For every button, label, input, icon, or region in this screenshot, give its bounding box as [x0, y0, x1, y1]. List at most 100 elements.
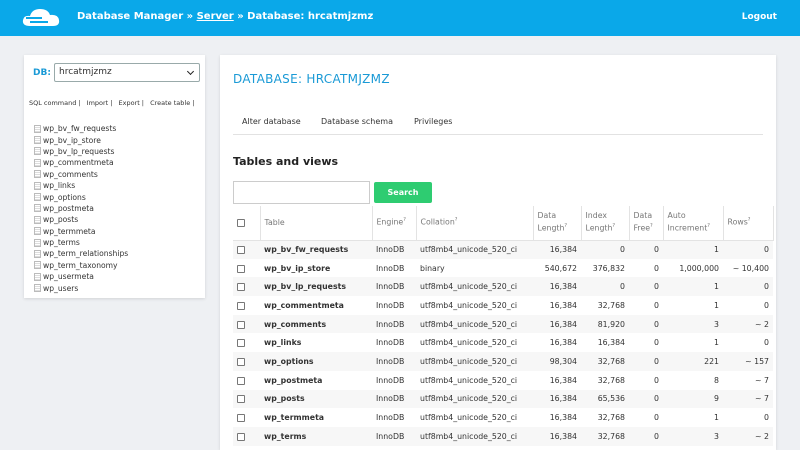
col-header-data-free[interactable]: Data Free? — [629, 206, 664, 240]
tab-alter-database[interactable]: Alter database — [242, 117, 301, 126]
collation-cell: utf8mb4_unicode_520_ci — [416, 352, 533, 371]
table-name-cell[interactable]: wp_termmeta — [260, 408, 372, 427]
table-icon — [34, 227, 41, 236]
table-name-cell[interactable]: wp_bv_fw_requests — [260, 240, 372, 259]
tab-privileges[interactable]: Privileges — [414, 117, 452, 126]
row-checkbox[interactable] — [237, 264, 245, 273]
create-table-link[interactable]: Create table — [150, 99, 190, 107]
breadcrumb-separator: » — [233, 11, 248, 22]
engine-cell: InnoDB — [372, 352, 416, 371]
logout-link[interactable]: Logout — [742, 12, 777, 22]
row-checkbox[interactable] — [237, 357, 245, 366]
data-length-cell: 540,672 — [544, 263, 577, 273]
select-all-checkbox[interactable] — [237, 218, 245, 227]
sidebar-table-item[interactable]: wp_users — [34, 282, 128, 293]
auto-increment-cell: 221 — [663, 352, 723, 371]
row-checkbox[interactable] — [237, 246, 245, 255]
export-link[interactable]: Export — [119, 99, 140, 107]
table-icon — [34, 249, 41, 258]
link-separator: | — [110, 99, 113, 107]
help-mark[interactable]: ? — [748, 217, 751, 223]
table-name-cell[interactable]: wp_bv_lp_requests — [260, 277, 372, 297]
table-icon — [34, 261, 41, 270]
sidebar-table-label: wp_bv_fw_requests — [43, 124, 117, 134]
row-checkbox[interactable] — [237, 414, 245, 423]
col-header-rows[interactable]: Rows? — [723, 206, 774, 240]
row-checkbox[interactable] — [237, 339, 245, 348]
table-name-cell[interactable]: wp_commentmeta — [260, 296, 372, 315]
row-select-cell — [233, 408, 260, 427]
row-select-cell — [233, 277, 260, 297]
sidebar-table-item[interactable]: wp_bv_lp_requests — [34, 146, 128, 157]
db-label: DB: — [33, 68, 51, 78]
col-header-data-length[interactable]: Data Length? — [533, 206, 582, 240]
sidebar-table-item[interactable]: wp_links — [34, 180, 128, 191]
col-header-engine[interactable]: Engine? — [372, 206, 417, 240]
sidebar-table-item[interactable]: wp_bv_fw_requests — [34, 123, 128, 134]
help-mark[interactable]: ? — [707, 223, 710, 229]
index-length-cell: 376,832 — [592, 263, 625, 273]
chevron-down-icon — [186, 67, 195, 76]
col-header-index-length[interactable]: Index Length? — [581, 206, 630, 240]
row-checkbox[interactable] — [237, 283, 245, 292]
sidebar-table-item[interactable]: wp_term_taxonomy — [34, 260, 128, 271]
sidebar-table-item[interactable]: wp_options — [34, 191, 128, 202]
row-checkbox[interactable] — [237, 395, 245, 404]
table-name-cell[interactable]: wp_terms — [260, 426, 372, 446]
table-name-cell[interactable]: wp_bv_ip_store — [260, 259, 372, 278]
breadcrumb-server-link[interactable]: Server — [197, 11, 234, 22]
row-checkbox[interactable] — [237, 376, 245, 385]
help-mark[interactable]: ? — [564, 223, 567, 229]
table-name-cell[interactable]: wp_comments — [260, 314, 372, 334]
sidebar-table-item[interactable]: wp_term_relationships — [34, 248, 128, 259]
table-icon — [34, 147, 41, 156]
sidebar-table-label: wp_bv_ip_store — [43, 135, 101, 145]
table-icon — [34, 238, 41, 247]
collation-cell: utf8mb4_unicode_520_ci — [420, 413, 518, 423]
cloud-icon[interactable] — [20, 6, 62, 30]
row-checkbox[interactable] — [237, 432, 245, 441]
data-free-cell: 0 — [629, 314, 663, 334]
col-header-auto-increment[interactable]: Auto Increment? — [663, 206, 724, 240]
sql-command-link[interactable]: SQL command — [29, 99, 76, 107]
auto-increment-cell: 9 — [663, 389, 723, 409]
sidebar: DB: hrcatmjzmz SQL command | Import | Expo… — [24, 55, 205, 298]
engine-cell: InnoDB — [376, 300, 405, 310]
search-button[interactable]: Search — [374, 182, 432, 203]
tab-database-schema[interactable]: Database schema — [321, 117, 393, 126]
help-mark[interactable]: ? — [455, 217, 458, 223]
engine-cell: InnoDB — [376, 263, 405, 273]
sidebar-table-item[interactable]: wp_terms — [34, 237, 128, 248]
engine-cell: InnoDB — [376, 413, 405, 423]
sidebar-table-item[interactable]: wp_bv_ip_store — [34, 134, 128, 145]
table-name-cell[interactable]: wp_options — [260, 352, 372, 371]
help-mark[interactable]: ? — [612, 223, 615, 229]
sidebar-table-label: wp_term_relationships — [43, 249, 129, 259]
col-header-table[interactable]: Table — [260, 206, 373, 240]
search-input[interactable] — [233, 181, 370, 204]
table-name-cell[interactable]: wp_links — [260, 333, 372, 352]
help-mark[interactable]: ? — [403, 217, 406, 223]
data-length-cell: 16,384 — [549, 375, 577, 385]
sidebar-table-item[interactable]: wp_commentmeta — [34, 157, 128, 168]
table-icon — [34, 204, 41, 213]
data-length-cell: 16,384 — [549, 413, 577, 423]
table-name-cell[interactable]: wp_postmeta — [260, 371, 372, 390]
table-name-cell[interactable]: wp_posts — [260, 389, 372, 409]
sidebar-table-item[interactable]: wp_posts — [34, 214, 128, 225]
db-select[interactable]: hrcatmjzmz — [54, 63, 200, 82]
row-checkbox[interactable] — [237, 320, 245, 329]
help-mark[interactable]: ? — [650, 223, 653, 229]
sidebar-table-item[interactable]: wp_usermeta — [34, 271, 128, 282]
engine-cell: InnoDB — [372, 389, 416, 409]
data-free-cell: 0 — [629, 240, 663, 259]
table-row: wp_options InnoDB utf8mb4_unicode_520_ci 98… — [233, 352, 773, 371]
index-length-cell: 32,768 — [581, 426, 629, 446]
sidebar-table-item[interactable]: wp_postmeta — [34, 203, 128, 214]
sidebar-table-item[interactable]: wp_comments — [34, 169, 128, 180]
col-header-collation[interactable]: Collation? — [416, 206, 534, 240]
import-link[interactable]: Import — [87, 99, 109, 107]
row-checkbox[interactable] — [237, 301, 245, 310]
auto-increment-cell: 8 — [714, 375, 719, 385]
sidebar-table-item[interactable]: wp_termmeta — [34, 226, 128, 237]
